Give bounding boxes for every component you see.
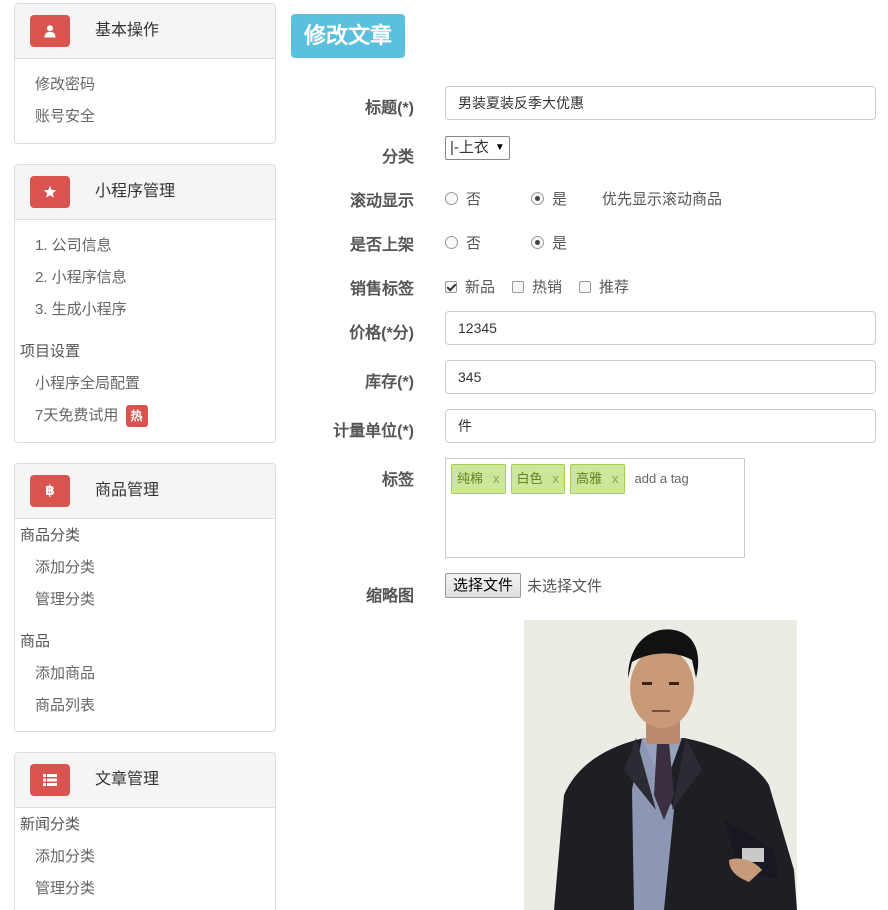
file-status: 未选择文件 [527,578,603,595]
sidebar-item-add-category[interactable]: 添加分类 [15,552,275,584]
sidebar-item-manage-news-category[interactable]: 管理分类 [15,873,275,905]
sales-check-recommend-label: 推荐 [599,279,630,296]
sales-label: 销售标签 [349,281,414,298]
radio-off-icon [445,236,458,249]
star-icon [30,176,70,208]
panel-header-goods[interactable]: ฿ 商品管理 [15,464,275,519]
page-title: 修改文章 [291,14,406,58]
scroll-radio-no[interactable]: 否 [445,188,481,209]
tags-label: 标签 [381,472,414,489]
sidebar-item-free-trial[interactable]: 7天免费试用 热 [15,400,275,432]
tag-new-input[interactable]: add a tag [630,464,689,494]
panel-title-goods: 商品管理 [95,482,160,499]
shelf-radio-no[interactable]: 否 [445,232,481,253]
tag-remove-icon[interactable]: x [612,471,619,486]
panel-title-miniapp: 小程序管理 [95,183,176,200]
title-label: 标题(*) [365,100,414,117]
sidebar-panel-basic: 基本操作 修改密码 账号安全 [14,3,276,144]
checkbox-icon [512,280,524,293]
shelf-label: 是否上架 [349,237,414,254]
sidebar-item-global-config[interactable]: 小程序全局配置 [15,368,275,400]
scroll-label: 滚动显示 [349,193,414,210]
sales-check-new[interactable]: 新品 [445,276,495,297]
category-select[interactable]: |-上衣 ▼ [445,136,510,160]
choose-file-button[interactable]: 选择文件 [445,573,522,598]
tag-item: 高雅 x [570,464,625,494]
sales-check-recommend[interactable]: 推荐 [579,276,629,297]
stock-input[interactable]: 345 [445,360,876,394]
sidebar-group-goods: 商品 [20,633,51,650]
panel-header-miniapp[interactable]: 小程序管理 [15,165,275,220]
title-input[interactable]: 男装夏装反季大优惠 [445,86,876,120]
sidebar-item-change-password[interactable]: 修改密码 [15,69,275,101]
radio-off-icon [445,192,458,205]
user-icon [30,15,70,47]
scroll-radio-no-label: 否 [466,191,482,208]
sidebar-group-project-settings: 项目设置 [20,343,81,360]
stock-label: 库存(*) [365,374,414,391]
tag-remove-icon[interactable]: x [553,471,560,486]
tag-text: 纯棉 [457,471,484,486]
sidebar-panel-articles: 文章管理 新闻分类 添加分类 管理分类 [14,752,276,910]
scroll-radio-yes-label: 是 [552,191,568,208]
bitcoin-icon: ฿ [30,475,70,507]
panel-title-articles: 文章管理 [95,771,160,788]
file-picker: 选择文件 未选择文件 [445,573,602,598]
panel-header-articles[interactable]: 文章管理 [15,753,275,808]
category-label: 分类 [381,149,414,166]
sidebar-item-generate-miniapp[interactable]: 3. 生成小程序 [15,294,275,326]
sidebar-item-goods-list[interactable]: 商品列表 [15,690,275,722]
thumb-label: 缩略图 [365,588,414,605]
list-icon [30,764,70,796]
sidebar-item-account-security[interactable]: 账号安全 [15,101,275,133]
tag-remove-icon[interactable]: x [493,471,500,486]
tag-text: 白色 [516,471,543,486]
scroll-hint: 优先显示滚动商品 [602,191,723,208]
panel-header-basic[interactable]: 基本操作 [15,4,275,59]
sidebar-item-miniapp-info[interactable]: 2. 小程序信息 [15,262,275,294]
checkbox-checked-icon [445,280,457,293]
sidebar-panel-goods: ฿ 商品管理 商品分类 添加分类 管理分类 商品 添加商品 商品列表 [14,463,276,732]
checkbox-icon [579,280,591,293]
sales-check-new-label: 新品 [465,279,496,296]
shelf-radio-yes-label: 是 [552,235,568,252]
sales-check-hot-label: 热销 [532,279,563,296]
unit-input[interactable]: 件 [445,409,876,443]
scroll-radio-yes[interactable]: 是 [531,188,567,209]
category-select-value: |-上衣 [450,139,489,156]
sidebar-item-manage-category[interactable]: 管理分类 [15,584,275,616]
shelf-radio-yes[interactable]: 是 [531,232,567,253]
price-input[interactable]: 12345 [445,311,876,345]
sidebar-item-add-goods[interactable]: 添加商品 [15,658,275,690]
sidebar-item-company-info[interactable]: 1. 公司信息 [15,230,275,262]
unit-label: 计量单位(*) [333,423,414,440]
thumbnail-image [524,620,797,910]
tag-item: 纯棉 x [451,464,506,494]
radio-on-icon [531,236,544,249]
price-label: 价格(*分) [349,325,414,342]
sidebar-group-goods-category: 商品分类 [20,527,81,544]
sidebar-item-free-trial-label: 7天免费试用 [35,407,119,424]
tag-text: 高雅 [576,471,603,486]
panel-title-basic: 基本操作 [95,22,160,39]
sales-check-hot[interactable]: 热销 [512,276,562,297]
tag-item: 白色 x [510,464,566,494]
tags-input-box[interactable]: 纯棉 x 白色 x 高雅 x add a tag [445,458,745,558]
caret-down-icon: ▼ [494,142,505,153]
sidebar-item-add-news-category[interactable]: 添加分类 [15,841,275,873]
hot-badge: 热 [125,405,148,428]
radio-on-icon [531,192,544,205]
sidebar-group-news-category: 新闻分类 [20,816,81,833]
sidebar-panel-miniapp: 小程序管理 1. 公司信息 2. 小程序信息 3. 生成小程序 项目设置 小程序… [14,164,276,443]
shelf-radio-no-label: 否 [466,235,482,252]
